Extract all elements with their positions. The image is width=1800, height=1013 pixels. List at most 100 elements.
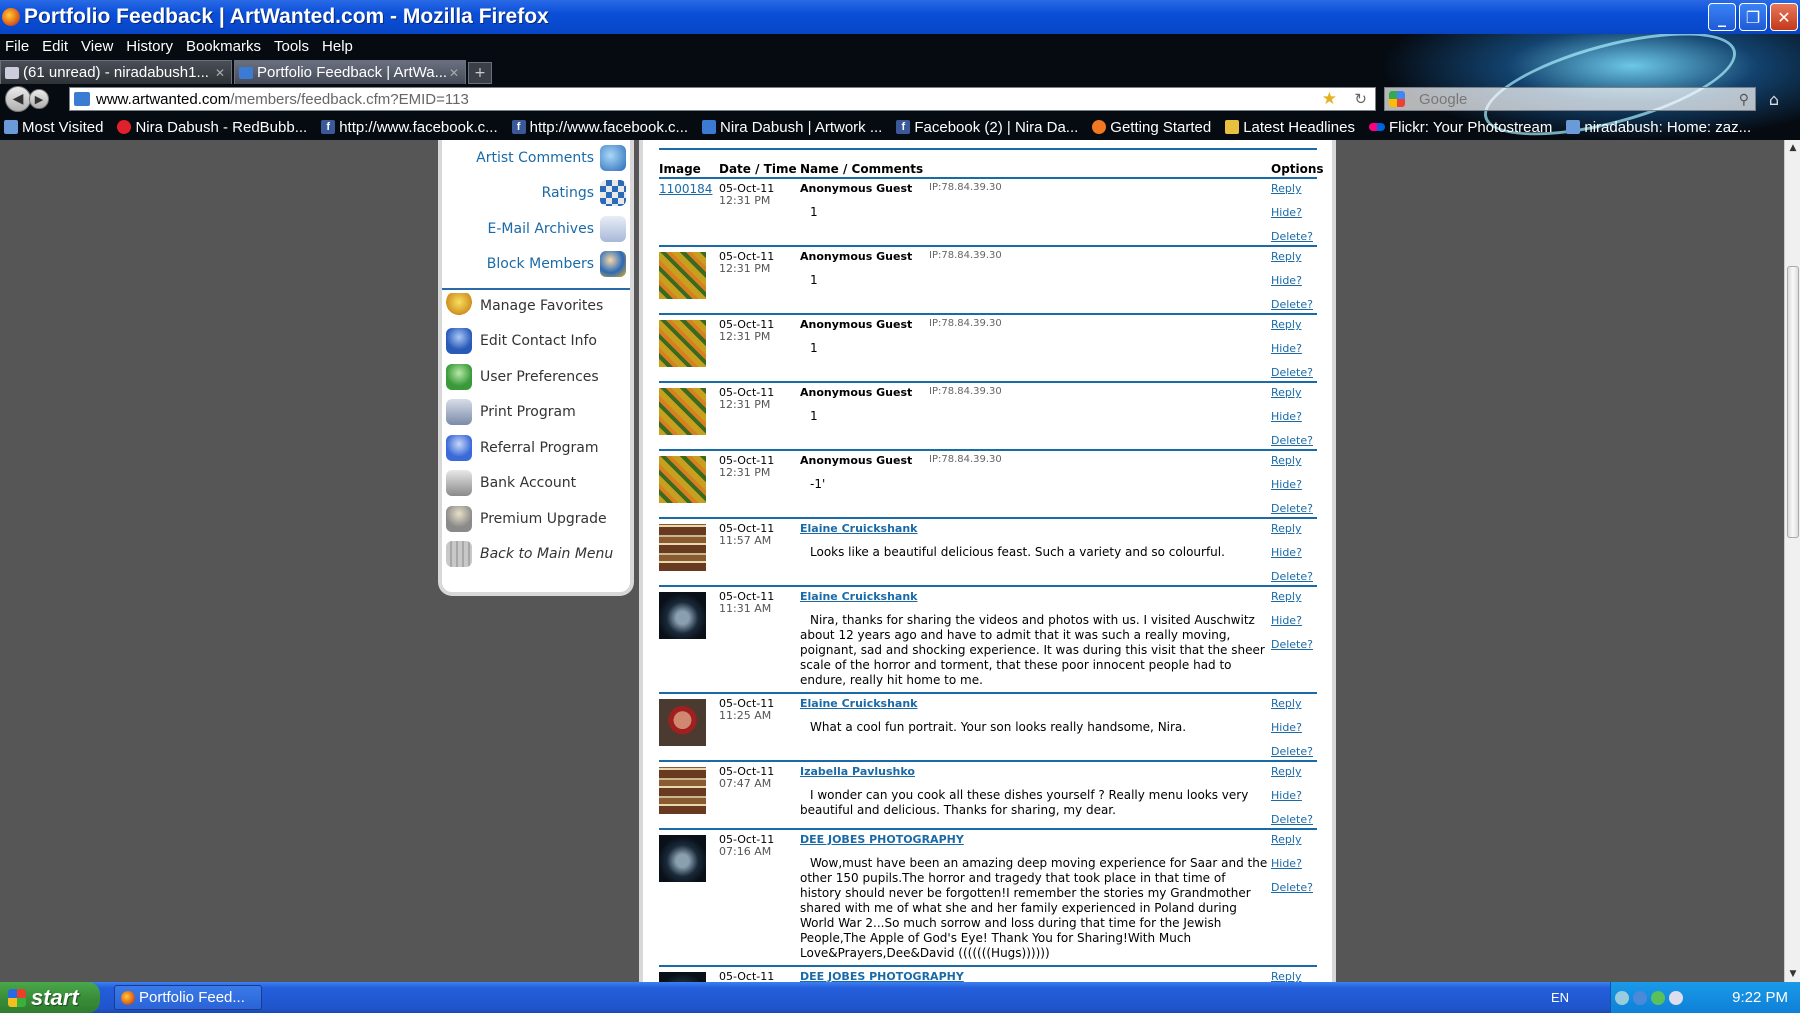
commenter-name-link[interactable]: Elaine Cruickshank (800, 522, 917, 535)
reply-link[interactable]: Reply (1271, 590, 1301, 603)
bookmark-facebook-2[interactable]: f http://www.facebook.c... (508, 119, 688, 136)
sidebar-item-block-members[interactable]: Block Members (487, 249, 626, 279)
reply-link[interactable]: Reply (1271, 386, 1301, 399)
close-window-button[interactable]: ✕ (1770, 3, 1798, 31)
back-button[interactable]: ◀ (5, 86, 31, 112)
scroll-down-arrow-icon[interactable]: ▼ (1785, 966, 1800, 982)
delete-link[interactable]: Delete? (1271, 881, 1313, 894)
network-icon[interactable] (1615, 990, 1629, 1005)
bookmark-artwork[interactable]: Nira Dabush | Artwork ... (698, 119, 882, 136)
reply-link[interactable]: Reply (1271, 833, 1301, 846)
minimize-button[interactable]: _ (1708, 3, 1736, 31)
menu-file[interactable]: File (5, 38, 29, 55)
delete-link[interactable]: Delete? (1271, 434, 1313, 447)
hide-link[interactable]: Hide? (1271, 857, 1302, 870)
artwork-thumbnail[interactable] (659, 252, 706, 299)
bookmark-facebook-3[interactable]: f Facebook (2) | Nira Da... (892, 119, 1078, 136)
sidebar-item-bank-account[interactable]: Bank Account (446, 468, 576, 498)
commenter-name-link[interactable]: DEE JOBES PHOTOGRAPHY (800, 970, 964, 982)
delete-link[interactable]: Delete? (1271, 638, 1313, 651)
hide-link[interactable]: Hide? (1271, 478, 1302, 491)
artwork-thumbnail[interactable] (659, 524, 706, 571)
reply-link[interactable]: Reply (1271, 765, 1301, 778)
hide-link[interactable]: Hide? (1271, 721, 1302, 734)
volume-icon[interactable] (1669, 990, 1683, 1005)
menu-bookmarks[interactable]: Bookmarks (186, 38, 261, 55)
search-bar[interactable]: Google ⚲ (1384, 87, 1756, 111)
sidebar-item-edit-contact-info[interactable]: Edit Contact Info (446, 326, 597, 356)
language-indicator[interactable]: EN (1551, 990, 1569, 1005)
reply-link[interactable]: Reply (1271, 250, 1301, 263)
delete-link[interactable]: Delete? (1271, 570, 1313, 583)
image-id-link[interactable]: 1100184 (659, 182, 712, 196)
menu-tools[interactable]: Tools (274, 38, 309, 55)
new-tab-button[interactable]: + (468, 62, 492, 84)
sidebar-item-print-program[interactable]: Print Program (446, 397, 576, 427)
artwork-thumbnail[interactable] (659, 972, 706, 982)
bookmark-latest-headlines[interactable]: Latest Headlines (1221, 119, 1355, 136)
sidebar-item-artist-comments[interactable]: Artist Comments (476, 143, 626, 173)
hide-link[interactable]: Hide? (1271, 274, 1302, 287)
artwork-thumbnail[interactable] (659, 835, 706, 882)
maximize-button[interactable]: ❐ (1739, 3, 1767, 31)
search-icon[interactable]: ⚲ (1739, 91, 1749, 108)
scrollbar-thumb[interactable] (1787, 266, 1799, 538)
messenger-icon[interactable] (1651, 990, 1665, 1005)
tab-close-icon[interactable]: ✕ (215, 66, 225, 80)
delete-link[interactable]: Delete? (1271, 502, 1313, 515)
bookmark-flickr[interactable]: Flickr: Your Photostream (1365, 119, 1552, 136)
sidebar-item-email-archives[interactable]: E-Mail Archives (488, 214, 626, 244)
delete-link[interactable]: Delete? (1271, 230, 1313, 243)
hide-link[interactable]: Hide? (1271, 614, 1302, 627)
artwork-thumbnail[interactable] (659, 592, 706, 639)
scroll-up-arrow-icon[interactable]: ▲ (1785, 140, 1800, 156)
menu-edit[interactable]: Edit (42, 38, 68, 55)
commenter-name-link[interactable]: Izabella Pavlushko (800, 765, 915, 778)
sidebar-item-user-preferences[interactable]: User Preferences (446, 362, 599, 392)
sidebar-item-back-to-main-menu[interactable]: Back to Main Menu (446, 539, 613, 569)
site-identity-icon[interactable] (74, 92, 90, 106)
artwork-thumbnail[interactable] (659, 320, 706, 367)
home-icon[interactable]: ⌂ (1764, 89, 1784, 109)
menu-help[interactable]: Help (322, 38, 353, 55)
commenter-name-link[interactable]: Elaine Cruickshank (800, 590, 917, 603)
delete-link[interactable]: Delete? (1271, 366, 1313, 379)
sidebar-item-referral-program[interactable]: Referral Program (446, 433, 599, 463)
tab-portfolio-feedback[interactable]: Portfolio Feedback | ArtWa... ✕ (234, 60, 466, 84)
page-scrollbar[interactable]: ▲ ▼ (1784, 140, 1800, 982)
reply-link[interactable]: Reply (1271, 697, 1301, 710)
artwork-thumbnail[interactable] (659, 388, 706, 435)
menu-view[interactable]: View (81, 38, 113, 55)
artwork-thumbnail[interactable] (659, 456, 706, 503)
delete-link[interactable]: Delete? (1271, 745, 1313, 758)
tab-mail[interactable]: (61 unread) - niradabush1... ✕ (0, 60, 232, 84)
artwork-thumbnail[interactable] (659, 699, 706, 746)
commenter-name-link[interactable]: DEE JOBES PHOTOGRAPHY (800, 833, 964, 846)
reply-link[interactable]: Reply (1271, 454, 1301, 467)
bookmark-redbubble[interactable]: Nira Dabush - RedBubb... (113, 119, 307, 136)
reply-link[interactable]: Reply (1271, 522, 1301, 535)
hide-link[interactable]: Hide? (1271, 342, 1302, 355)
commenter-name-link[interactable]: Elaine Cruickshank (800, 697, 917, 710)
artwork-thumbnail[interactable] (659, 767, 706, 814)
delete-link[interactable]: Delete? (1271, 813, 1313, 826)
hide-link[interactable]: Hide? (1271, 206, 1302, 219)
google-icon[interactable] (1389, 91, 1405, 107)
menu-history[interactable]: History (126, 38, 173, 55)
url-bar[interactable]: www.artwanted.com /members/feedback.cfm?… (69, 87, 1376, 111)
bookmark-star-icon[interactable]: ★ (1322, 89, 1337, 109)
bookmark-facebook-1[interactable]: f http://www.facebook.c... (317, 119, 498, 136)
hide-link[interactable]: Hide? (1271, 546, 1302, 559)
reply-link[interactable]: Reply (1271, 318, 1301, 331)
reply-link[interactable]: Reply (1271, 182, 1301, 195)
hide-link[interactable]: Hide? (1271, 789, 1302, 802)
reply-link[interactable]: Reply (1271, 970, 1301, 982)
security-icon[interactable] (1633, 990, 1647, 1005)
sidebar-item-ratings[interactable]: Ratings (542, 178, 626, 208)
bookmark-most-visited[interactable]: Most Visited (0, 119, 103, 136)
sidebar-item-manage-favorites[interactable]: Manage Favorites (446, 291, 603, 321)
taskbar-item-firefox[interactable]: Portfolio Feed... (114, 985, 262, 1010)
forward-button[interactable]: ▶ (29, 89, 49, 109)
hide-link[interactable]: Hide? (1271, 410, 1302, 423)
tab-close-icon[interactable]: ✕ (449, 66, 459, 80)
